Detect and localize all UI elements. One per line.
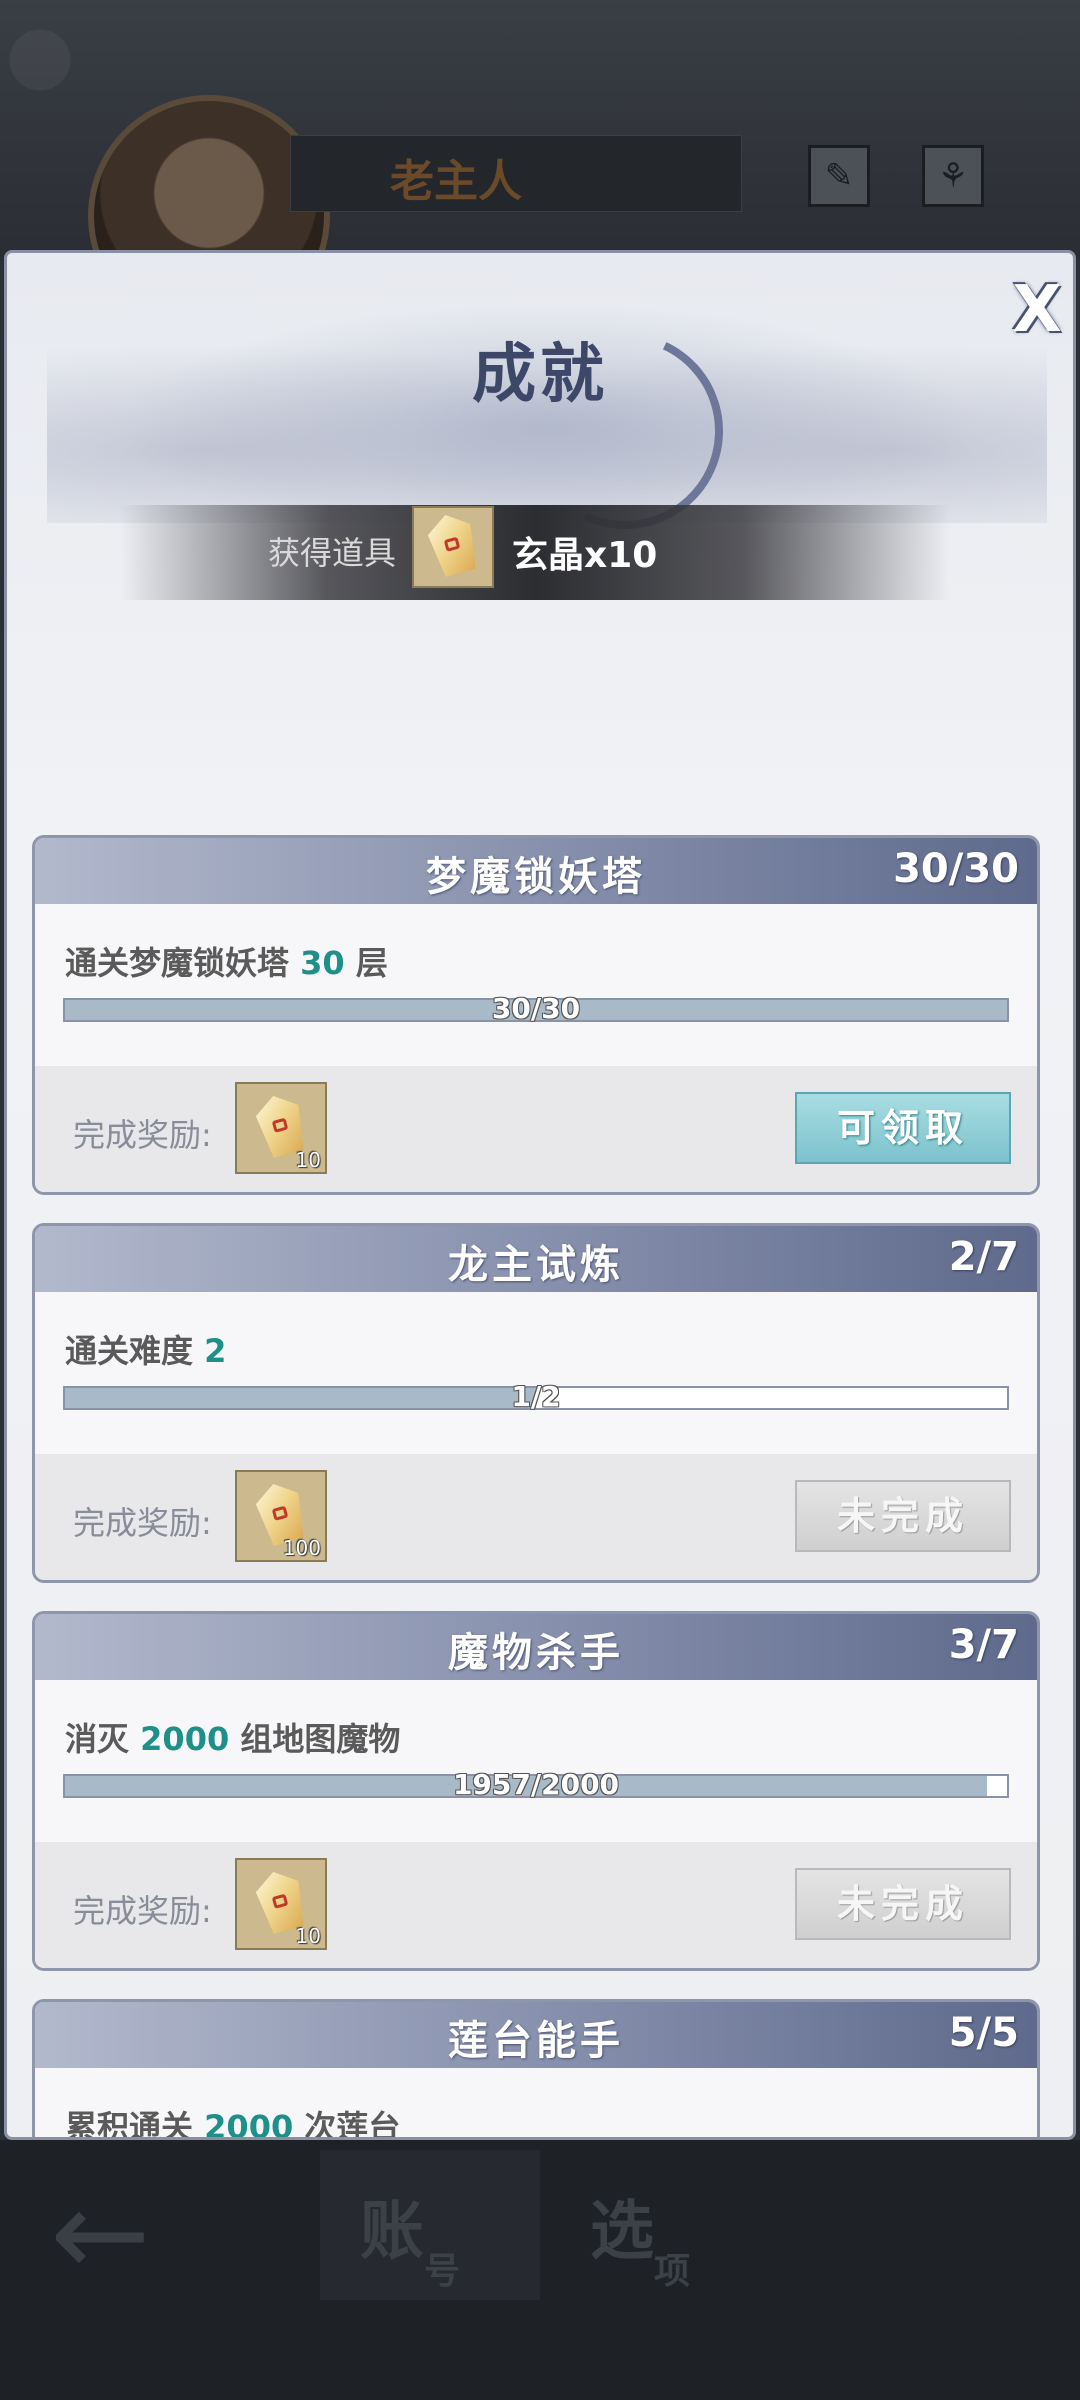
reward-count: 10 [295,1148,321,1172]
progress-text: 30/30 [491,992,581,1025]
card-description: 通关梦魔锁妖塔 30 层 [65,944,388,982]
reward-label: 完成奖励: [73,1504,212,1542]
card-title: 莲台能手 [448,2017,624,2064]
card-count: 5/5 [948,2010,1019,2056]
card-title: 梦魔锁妖塔 [426,853,646,900]
card-count: 30/30 [893,846,1019,892]
reward-slot[interactable]: 10 [235,1082,327,1174]
reward-label: 完成奖励: [73,1116,212,1154]
brush-icon[interactable]: ✎ [808,145,870,207]
claim-button[interactable]: 可领取 [795,1092,1011,1164]
bottom-nav-bar [0,2140,1080,2400]
card-footer: 完成奖励: 10 未完成 [35,1842,1037,1968]
tab-account[interactable]: 账号 [320,2150,540,2300]
reward-count: 10 [295,1924,321,1948]
progress-bar: 1/2 [63,1380,1009,1413]
player-name: 老主人 [390,156,522,207]
modal-title: 成就 [472,337,608,412]
tab-options[interactable]: 选项 [590,2150,810,2330]
card-count: 3/7 [948,1622,1019,1668]
card-description: 通关难度 2 [65,1332,227,1370]
reward-slot[interactable]: 100 [235,1470,327,1562]
incomplete-button[interactable]: 未完成 [795,1868,1011,1940]
progress-bar: 30/30 [63,992,1009,1025]
progress-text: 1/2 [511,1380,561,1413]
crystal-icon [412,506,494,588]
reward-label: 完成奖励: [73,1892,212,1930]
achievement-card: 龙主试炼 2/7 通关难度 2 1/2 完成奖励: 100 未完成 [32,1223,1040,1583]
tab-account-sub: 号 [424,2250,461,2292]
tab-options-sub: 项 [654,2250,691,2292]
reward-count: 100 [282,1536,321,1560]
progress-text: 1957/2000 [452,1768,620,1801]
card-description: 累积通关 2000 次莲台 [65,2108,401,2137]
flower-icon[interactable]: ⚘ [922,145,984,207]
achievement-card: 魔物杀手 3/7 消灭 2000 组地图魔物 1957/2000 完成奖励: 1… [32,1611,1040,1971]
card-clip: 莲台能手 5/5 累积通关 2000 次莲台 [4,1999,1076,2137]
card-description: 消灭 2000 组地图魔物 [65,1720,401,1758]
card-count: 2/7 [948,1234,1019,1280]
close-button[interactable]: X [1002,275,1072,345]
tab-account-main: 账 [360,2194,424,2269]
card-footer: 完成奖励: 100 未完成 [35,1454,1037,1580]
reward-slot[interactable]: 10 [235,1858,327,1950]
achievement-card: 梦魔锁妖塔 30/30 通关梦魔锁妖塔 30 层 30/30 完成奖励: 10 … [32,835,1040,1195]
reward-obtained-label: 获得道具 [268,534,397,572]
reward-obtained-item: 玄晶x10 [512,535,658,576]
back-arrow-icon[interactable]: ← [50,2175,151,2295]
progress-bar: 1957/2000 [63,1768,1009,1801]
card-footer: 完成奖励: 10 可领取 [35,1066,1037,1192]
card-title: 魔物杀手 [448,1629,624,1676]
tab-options-main: 选 [590,2194,654,2269]
card-title: 龙主试炼 [448,1241,624,1288]
incomplete-button[interactable]: 未完成 [795,1480,1011,1552]
achievement-card: 莲台能手 5/5 累积通关 2000 次莲台 [32,1999,1040,2137]
